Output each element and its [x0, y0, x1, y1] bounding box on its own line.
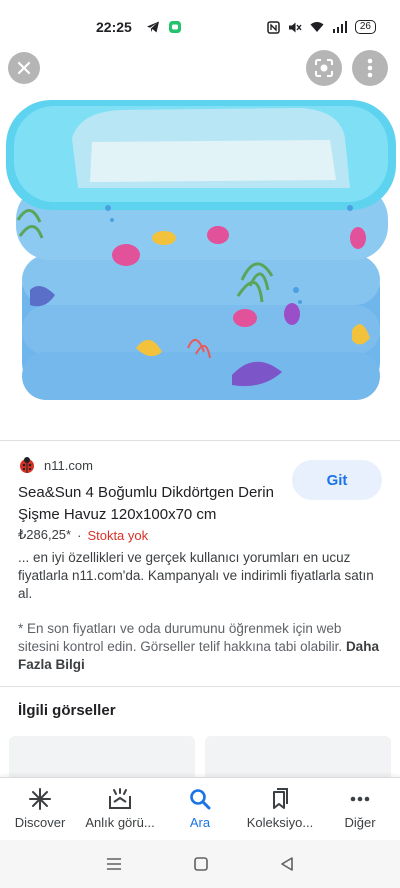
nav-collections[interactable]: Koleksiyo...: [240, 778, 320, 839]
system-navigation-bar: [0, 840, 400, 888]
stock-status: Stokta yok: [87, 527, 149, 543]
nfc-icon: [267, 20, 280, 34]
nav-label: Ara: [189, 815, 211, 830]
nav-label: Discover: [14, 815, 66, 830]
divider: [0, 440, 400, 441]
nav-label: Koleksiyo...: [246, 815, 314, 830]
nav-search[interactable]: Ara: [160, 778, 240, 839]
home-icon[interactable]: [194, 857, 208, 871]
product-description: ... en iyi özellikleri ve gerçek kullanı…: [18, 550, 374, 601]
source-name[interactable]: n11.com: [44, 458, 93, 473]
nav-label: Anlık görü...: [85, 815, 155, 830]
divider: [0, 686, 400, 687]
product-title[interactable]: Sea&Sun 4 Boğumlu Dikdörtgen Derin Şişme…: [18, 482, 288, 526]
disclaimer-note: * En son fiyatları ve oda durumunu öğren…: [18, 620, 382, 674]
bookmark-icon: [273, 788, 288, 809]
inflatable-pool-image: [6, 100, 396, 400]
status-time: 22:25: [96, 19, 132, 35]
visit-button[interactable]: Git: [292, 460, 382, 500]
bottom-navigation: Discover Anlık görü... Ara Koleksiyo... …: [0, 777, 400, 839]
related-images-title: İlgili görseller: [18, 702, 116, 719]
nav-discover[interactable]: Discover: [0, 778, 80, 839]
asterisk-icon: [29, 788, 51, 810]
back-icon[interactable]: [280, 857, 294, 871]
close-icon: [17, 61, 31, 75]
ladybug-icon: [20, 457, 34, 473]
close-button[interactable]: [8, 52, 40, 84]
product-image[interactable]: [0, 40, 400, 440]
price-separator: ·: [77, 527, 82, 543]
more-horizontal-icon: [350, 796, 370, 802]
wifi-icon: [310, 22, 324, 32]
snapshot-icon: [109, 788, 131, 809]
nav-more[interactable]: Diğer: [320, 778, 400, 839]
price-row: ₺286,25* · Stokta yok: [18, 527, 148, 543]
battery-indicator: 26: [354, 20, 376, 34]
more-vertical-icon: [367, 58, 373, 78]
search-icon: [190, 789, 211, 810]
mute-icon: [288, 22, 302, 32]
lens-icon: [315, 59, 333, 77]
disclaimer-text: * En son fiyatları ve oda durumunu öğren…: [18, 621, 343, 654]
nav-snapshot[interactable]: Anlık görü...: [80, 778, 160, 839]
source-row[interactable]: n11.com: [18, 456, 93, 474]
nav-label: Diğer: [344, 815, 376, 830]
messenger-app-icon: [168, 21, 181, 33]
lens-search-button[interactable]: [306, 50, 342, 86]
recent-apps-icon[interactable]: [106, 857, 122, 871]
price: ₺286,25*: [18, 527, 72, 542]
telegram-icon: [146, 21, 159, 33]
signal-icon: [332, 21, 347, 33]
more-options-button[interactable]: [352, 50, 388, 86]
